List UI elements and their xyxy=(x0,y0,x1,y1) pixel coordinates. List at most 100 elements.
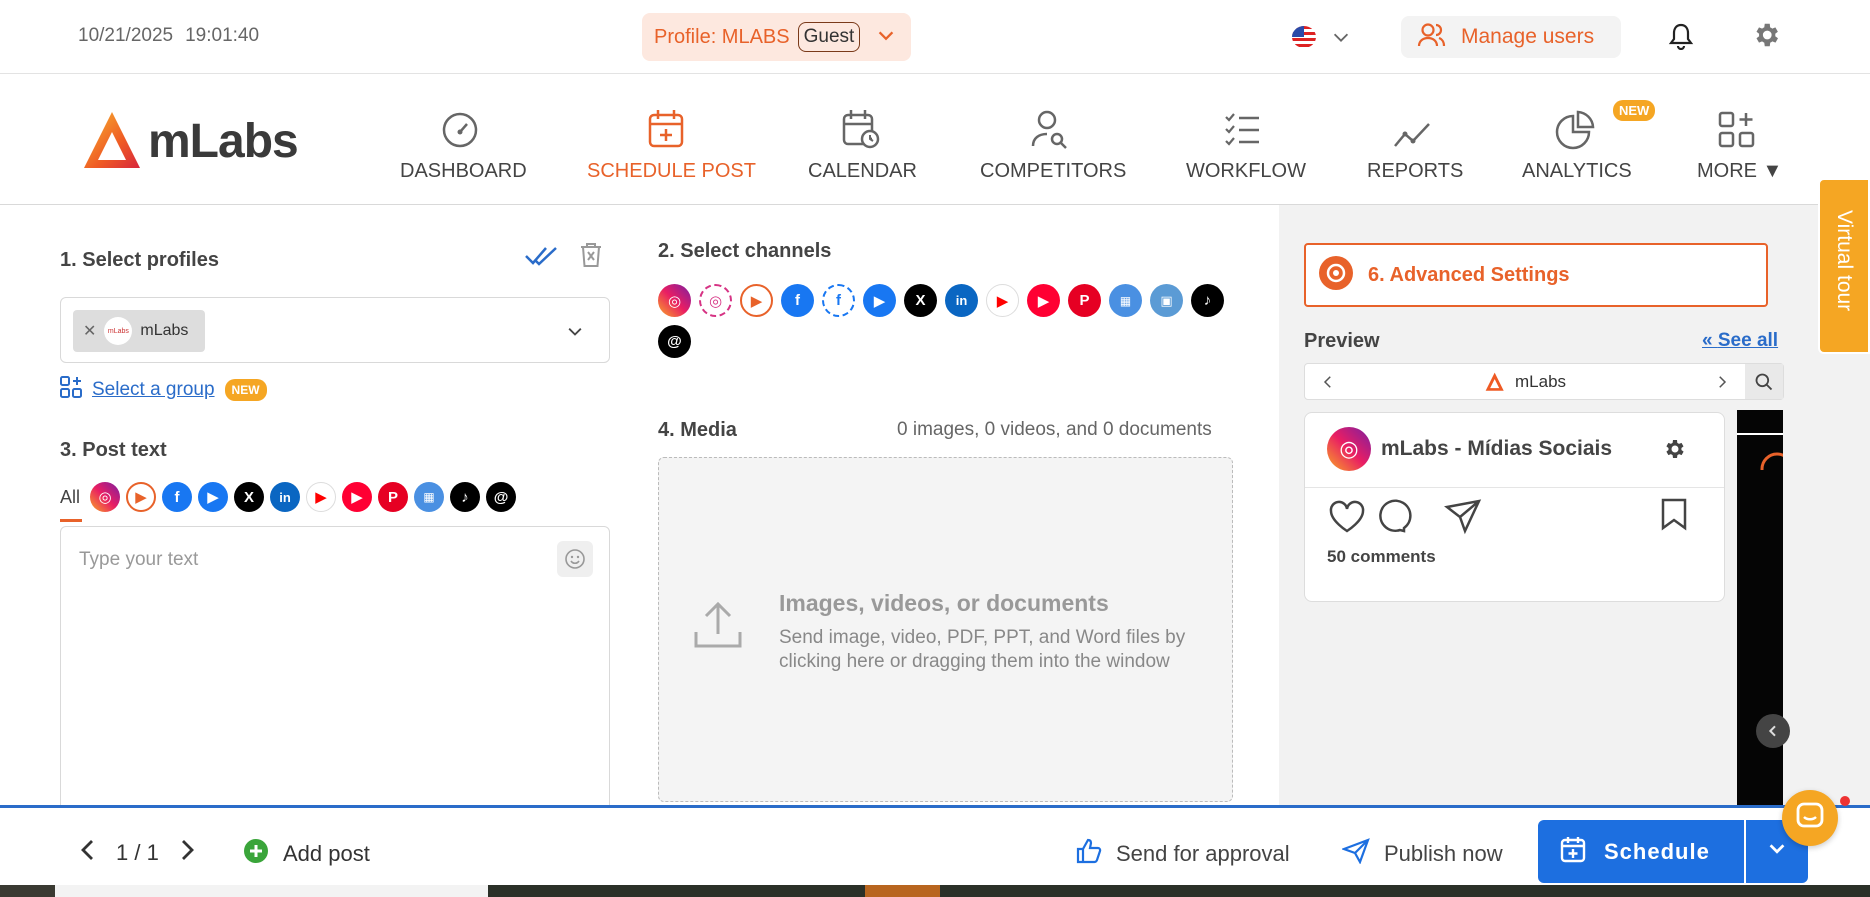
nav-schedule-post[interactable]: SCHEDULE POST xyxy=(587,106,756,183)
facebook-outline-icon[interactable]: f xyxy=(822,284,855,317)
comment-icon xyxy=(1379,499,1412,533)
active-tab-indicator xyxy=(60,519,82,522)
profile-chip[interactable]: ✕ mLabs mLabs xyxy=(73,310,205,352)
post-text-title: 3. Post text xyxy=(60,439,167,461)
google-business-icon[interactable]: ▦ xyxy=(1109,284,1142,317)
tiktok-icon[interactable]: ♪ xyxy=(450,482,481,512)
linkedin-icon[interactable]: in xyxy=(945,284,978,317)
instagram-icon[interactable]: ◎ xyxy=(658,284,691,317)
send-icon xyxy=(1340,838,1370,870)
group-icon xyxy=(60,376,82,403)
see-all-link[interactable]: « See all xyxy=(1702,330,1778,352)
nav-dashboard[interactable]: DASHBOARD xyxy=(400,106,527,183)
chat-button[interactable] xyxy=(1782,790,1838,846)
comments-count: 50 comments xyxy=(1327,547,1436,566)
linkedin-icon[interactable]: in xyxy=(270,482,301,512)
instagram-reels-icon[interactable]: ▶ xyxy=(126,482,157,512)
select-group-link[interactable]: Select a group NEW xyxy=(60,376,267,403)
gear-icon[interactable] xyxy=(1751,20,1781,55)
youtube-icon[interactable]: ▶ xyxy=(306,482,337,512)
remove-chip-icon[interactable]: ✕ xyxy=(83,321,96,341)
chevron-right-icon[interactable] xyxy=(1713,373,1731,396)
tab-all[interactable]: All xyxy=(60,487,80,508)
advanced-settings-label: 6. Advanced Settings xyxy=(1368,263,1570,286)
virtual-tour-tab[interactable]: Virtual tour xyxy=(1818,178,1870,354)
youtube-shorts-icon[interactable]: ▶ xyxy=(1027,284,1060,317)
send-for-approval-button[interactable]: Send for approval xyxy=(1076,838,1290,870)
chevron-down-icon[interactable] xyxy=(875,25,897,52)
manage-users-button[interactable]: Manage users xyxy=(1401,16,1621,58)
network-tabs: All ◎ ▶ f ▶ X in ▶ ▶ P ▦ ♪ @ xyxy=(60,482,517,512)
current-date: 10/21/2025 xyxy=(78,25,174,46)
threads-icon[interactable]: @ xyxy=(658,325,691,358)
media-dropzone[interactable]: Images, videos, or documents Send image,… xyxy=(658,457,1233,802)
carousel-arrow-icon[interactable] xyxy=(1756,714,1790,748)
profile-selector[interactable]: Profile: MLABS Guest xyxy=(642,13,911,61)
chevron-left-icon[interactable] xyxy=(78,838,98,868)
schedule-label: Schedule xyxy=(1604,838,1710,864)
mlabs-logo[interactable]: mLabs xyxy=(82,110,299,172)
nav-analytics[interactable]: ANALYTICS xyxy=(1522,106,1632,183)
youtube-shorts-icon[interactable]: ▶ xyxy=(342,482,373,512)
avatar-label: mLabs xyxy=(107,327,129,335)
bookmark-icon[interactable] xyxy=(1660,497,1688,536)
approval-label: Send for approval xyxy=(1116,841,1290,866)
nav-more[interactable]: MORE ▼ xyxy=(1697,106,1782,183)
dropzone-title: Images, videos, or documents xyxy=(779,590,1109,616)
nav-label: CALENDAR xyxy=(808,160,917,182)
image-icon[interactable]: ▣ xyxy=(1150,284,1183,317)
facebook-stories-icon[interactable]: ▶ xyxy=(198,482,229,512)
tiktok-icon[interactable]: ♪ xyxy=(1191,284,1224,317)
nav-competitors[interactable]: COMPETITORS xyxy=(980,106,1126,183)
upload-icon xyxy=(691,598,745,657)
x-icon[interactable]: X xyxy=(904,284,937,317)
nav-label: DASHBOARD xyxy=(400,160,527,182)
add-post-button[interactable]: Add post xyxy=(243,838,370,870)
main-nav: mLabs DASHBOARD SCHEDULE POST CALENDAR C… xyxy=(0,74,1870,205)
instagram-icon[interactable]: ◎ xyxy=(90,482,121,512)
instagram-reels-icon[interactable]: ▶ xyxy=(740,284,773,317)
nav-calendar[interactable]: CALENDAR xyxy=(808,106,917,183)
post-text-area[interactable]: Type your text xyxy=(60,526,610,816)
double-check-icon[interactable] xyxy=(524,244,558,273)
us-flag-icon[interactable] xyxy=(1292,26,1316,48)
youtube-icon[interactable]: ▶ xyxy=(986,284,1019,317)
preview-profile-name: mLabs xyxy=(1515,372,1567,391)
nav-workflow[interactable]: WORKFLOW xyxy=(1186,106,1306,183)
chevron-down-icon xyxy=(1766,838,1788,865)
facebook-icon[interactable]: f xyxy=(162,482,193,512)
search-icon[interactable] xyxy=(1745,364,1783,399)
trash-icon[interactable] xyxy=(578,241,604,274)
facebook-icon[interactable]: f xyxy=(781,284,814,317)
chat-icon xyxy=(1795,801,1825,836)
chevron-down-icon[interactable] xyxy=(565,322,585,347)
instagram-icon: ◎ xyxy=(1327,427,1371,471)
instagram-outline-icon[interactable]: ◎ xyxy=(699,284,732,317)
background-strip xyxy=(0,885,1870,897)
dropzone-subtitle: Send image, video, PDF, PPT, and Word fi… xyxy=(779,627,1186,672)
x-icon[interactable]: X xyxy=(234,482,265,512)
emoji-icon[interactable] xyxy=(557,541,593,577)
mlabs-logo-icon xyxy=(84,112,140,168)
manage-users-label: Manage users xyxy=(1461,25,1595,48)
google-business-icon[interactable]: ▦ xyxy=(414,482,445,512)
pinterest-icon[interactable]: P xyxy=(1068,284,1101,317)
pinterest-icon[interactable]: P xyxy=(378,482,409,512)
chevron-right-icon[interactable] xyxy=(177,838,197,868)
advanced-settings-button[interactable]: 6. Advanced Settings xyxy=(1304,243,1768,307)
users-icon xyxy=(1417,21,1447,54)
preview-nav: mLabs xyxy=(1304,363,1784,400)
facebook-stories-icon[interactable]: ▶ xyxy=(863,284,896,317)
threads-icon[interactable]: @ xyxy=(486,482,517,512)
analytics-new-badge: NEW xyxy=(1613,100,1656,121)
language-chevron-icon[interactable] xyxy=(1330,26,1352,53)
line-chart-icon xyxy=(1367,106,1457,150)
nav-reports[interactable]: REPORTS xyxy=(1367,106,1463,183)
profiles-select[interactable]: ✕ mLabs mLabs xyxy=(60,297,610,363)
schedule-button[interactable]: Schedule xyxy=(1538,820,1744,883)
publish-now-button[interactable]: Publish now xyxy=(1340,838,1503,870)
pie-chart-icon xyxy=(1522,106,1628,150)
bell-icon[interactable] xyxy=(1668,22,1694,55)
chevron-left-icon[interactable] xyxy=(1319,373,1337,396)
gear-icon[interactable] xyxy=(1662,437,1686,466)
